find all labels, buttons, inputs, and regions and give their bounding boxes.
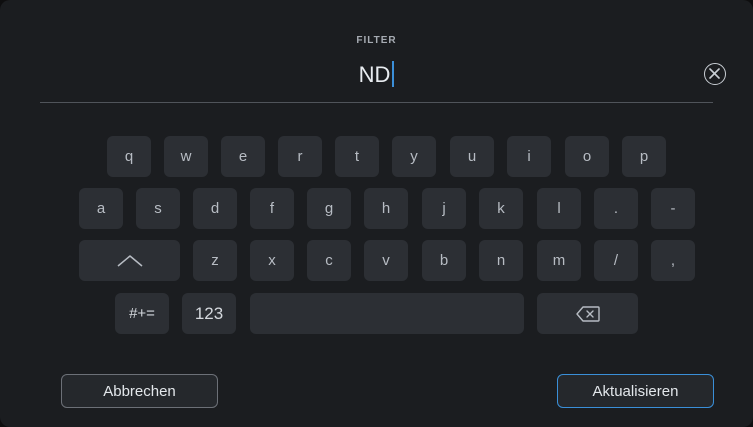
key-y[interactable]: y — [392, 136, 436, 177]
backspace-icon — [575, 305, 600, 322]
key-w[interactable]: w — [164, 136, 208, 177]
key-a[interactable]: a — [79, 188, 123, 229]
key-r[interactable]: r — [278, 136, 322, 177]
key-z[interactable]: z — [193, 240, 237, 281]
key-slash[interactable]: / — [594, 240, 638, 281]
key-j[interactable]: j — [422, 188, 466, 229]
key-u[interactable]: u — [450, 136, 494, 177]
key-hyphen[interactable]: - — [651, 188, 695, 229]
key-x[interactable]: x — [250, 240, 294, 281]
key-g[interactable]: g — [307, 188, 351, 229]
clear-input-button[interactable] — [704, 63, 726, 85]
key-comma[interactable]: , — [651, 240, 695, 281]
key-o[interactable]: o — [565, 136, 609, 177]
key-d[interactable]: d — [193, 188, 237, 229]
filter-dialog-screen: FILTER ND q w e r t y u i o p a s d f g … — [0, 0, 753, 427]
key-i[interactable]: i — [507, 136, 551, 177]
key-h[interactable]: h — [364, 188, 408, 229]
shift-caret-icon — [117, 254, 142, 267]
key-c[interactable]: c — [307, 240, 351, 281]
key-period[interactable]: . — [594, 188, 638, 229]
key-t[interactable]: t — [335, 136, 379, 177]
cancel-button[interactable]: Abbrechen — [61, 374, 218, 408]
key-l[interactable]: l — [537, 188, 581, 229]
close-icon — [709, 68, 720, 79]
key-v[interactable]: v — [364, 240, 408, 281]
dialog-panel: FILTER ND q w e r t y u i o p a s d f g … — [0, 0, 753, 427]
key-q[interactable]: q — [107, 136, 151, 177]
key-f[interactable]: f — [250, 188, 294, 229]
key-e[interactable]: e — [221, 136, 265, 177]
backspace-key[interactable] — [537, 293, 638, 334]
key-k[interactable]: k — [479, 188, 523, 229]
space-key[interactable] — [250, 293, 524, 334]
numbers-key[interactable]: 123 — [182, 293, 236, 334]
filter-input[interactable]: ND — [0, 61, 753, 88]
key-p[interactable]: p — [622, 136, 666, 177]
text-cursor — [392, 61, 395, 87]
symbols-key[interactable]: #+= — [115, 293, 169, 334]
key-m[interactable]: m — [537, 240, 581, 281]
input-divider — [40, 102, 713, 103]
dialog-title: FILTER — [356, 35, 397, 46]
shift-key[interactable] — [79, 240, 180, 281]
filter-input-value: ND — [358, 62, 391, 87]
key-n[interactable]: n — [479, 240, 523, 281]
key-b[interactable]: b — [422, 240, 466, 281]
update-button[interactable]: Aktualisieren — [557, 374, 714, 408]
key-s[interactable]: s — [136, 188, 180, 229]
